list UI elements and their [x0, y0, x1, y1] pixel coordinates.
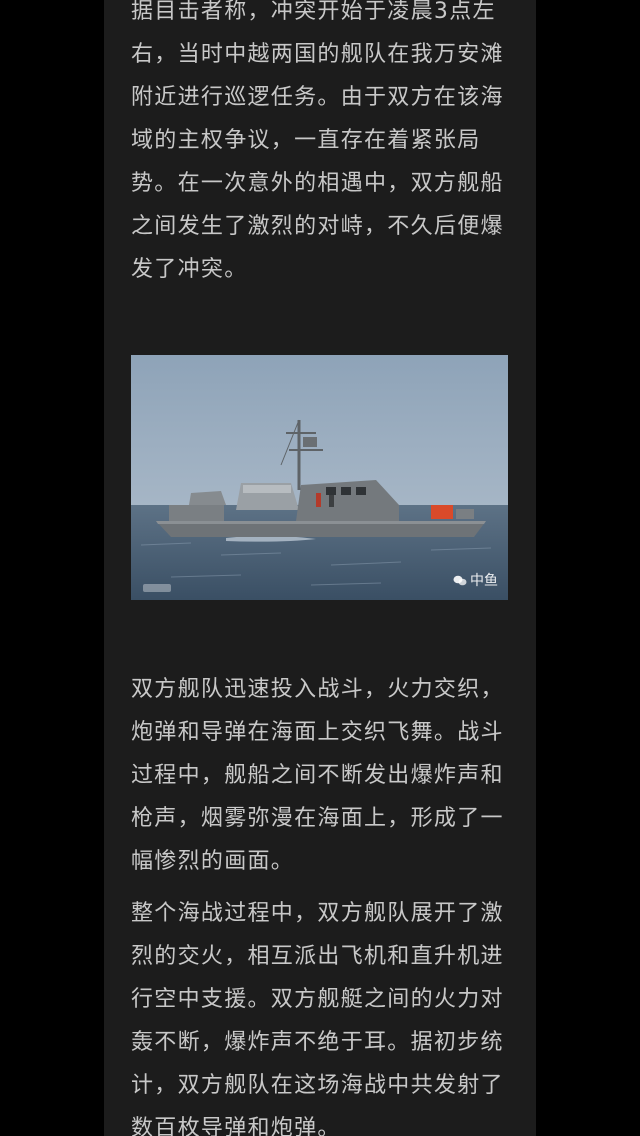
text-line: 整个海战过程中，双方舰队展开了激	[131, 901, 504, 926]
paragraph-2: 双方舰队迅速投入战斗，火力交织， 炮弹和导弹在海面上交织飞舞。战斗 过程中，舰船…	[131, 668, 511, 883]
image-watermark: 中鱼	[453, 570, 498, 590]
text-line: 幅惨烈的画面。	[131, 849, 295, 874]
text-line: 过程中，舰船之间不断发出爆炸声和	[131, 763, 504, 788]
paragraph-3: 整个海战过程中，双方舰队展开了激 烈的交火，相互派出飞机和直升机进 行空中支援。…	[131, 892, 511, 1136]
text-line: 行空中支援。双方舰艇之间的火力对	[131, 987, 504, 1012]
article-image-patrol-boat[interactable]: 中鱼	[131, 355, 508, 600]
article-column: 据目击者称，冲突开始于凌晨3点左 右，当时中越两国的舰队在我万安滩 附近进行巡逻…	[104, 0, 536, 1136]
wechat-icon	[453, 575, 467, 585]
text-line: 计，双方舰队在这场海战中共发射了	[131, 1073, 504, 1098]
watermark-text: 中鱼	[470, 573, 498, 589]
text-line: 据目击者称，冲突开始于凌晨3点左	[131, 0, 496, 24]
text-line: 轰不断，爆炸声不绝于耳。据初步统	[131, 1030, 504, 1055]
text-line: 数百枚导弹和炮弹。	[131, 1116, 341, 1136]
text-line: 枪声，烟雾弥漫在海面上，形成了一	[131, 806, 504, 831]
text-line: 之间发生了激烈的对峙，不久后便爆	[131, 214, 504, 239]
text-line: 势。在一次意外的相遇中，双方舰船	[131, 171, 504, 196]
image-caption-blur	[143, 584, 171, 592]
text-line: 双方舰队迅速投入战斗，火力交织，	[131, 677, 504, 702]
paragraph-1: 据目击者称，冲突开始于凌晨3点左 右，当时中越两国的舰队在我万安滩 附近进行巡逻…	[131, 0, 511, 291]
text-line: 附近进行巡逻任务。由于双方在该海	[131, 85, 504, 110]
text-line: 炮弹和导弹在海面上交织飞舞。战斗	[131, 720, 504, 745]
text-line: 发了冲突。	[131, 257, 248, 282]
text-line: 域的主权争议，一直存在着紧张局	[131, 128, 481, 153]
text-line: 烈的交火，相互派出飞机和直升机进	[131, 944, 504, 969]
patrol-boat-photo	[131, 355, 508, 600]
text-line: 右，当时中越两国的舰队在我万安滩	[131, 42, 504, 67]
